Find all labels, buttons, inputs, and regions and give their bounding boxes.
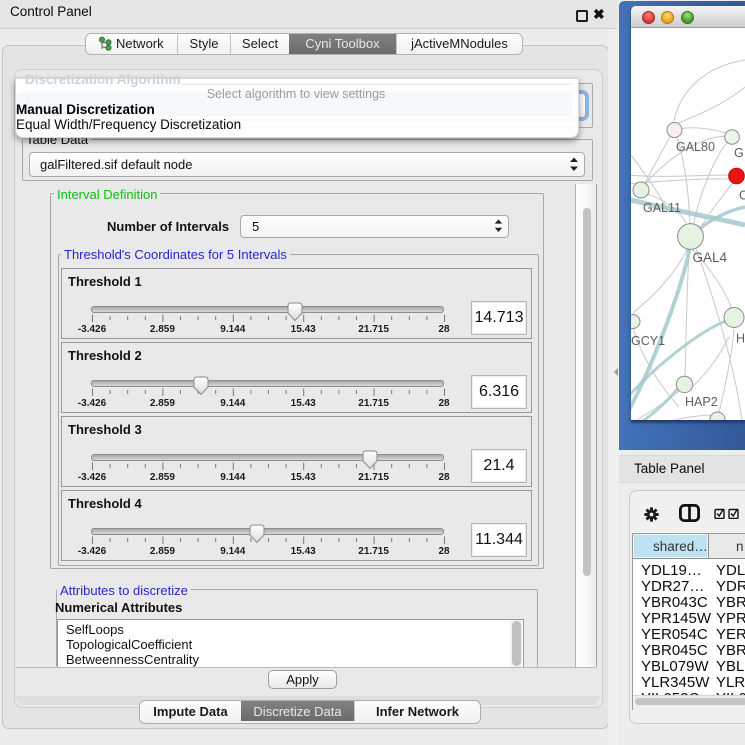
svg-text:GAL4: GAL4: [693, 250, 728, 265]
svg-text:GAL80: GAL80: [676, 140, 715, 154]
svg-text:G: G: [734, 146, 744, 160]
svg-text:HAP2: HAP2: [685, 395, 718, 409]
svg-text:GCY1: GCY1: [631, 334, 665, 348]
svg-text:C: C: [739, 189, 745, 203]
svg-text:H: H: [736, 332, 745, 346]
svg-text:GAL11: GAL11: [643, 201, 681, 215]
